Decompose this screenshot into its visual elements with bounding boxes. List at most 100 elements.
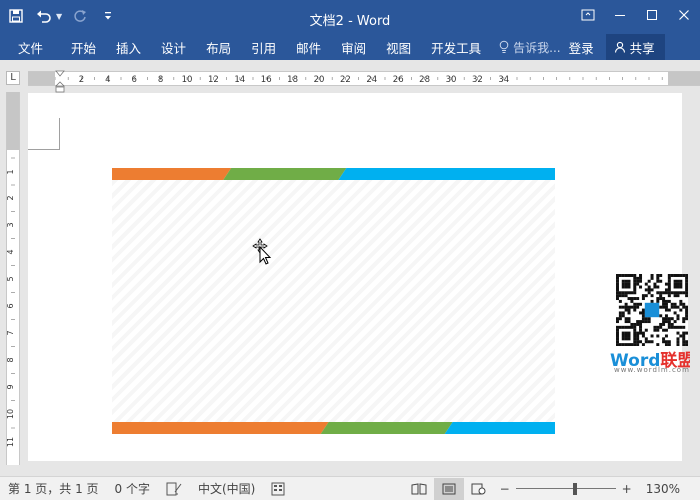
indent-marker-icon[interactable] (55, 68, 65, 94)
zoom-slider[interactable] (515, 482, 616, 495)
qr-module (647, 317, 651, 321)
qr-module (636, 282, 640, 286)
qr-module (673, 302, 677, 306)
qr-module (621, 331, 625, 335)
qr-module (633, 308, 637, 312)
qr-module (630, 299, 634, 303)
qr-module (676, 274, 680, 277)
login-link[interactable]: 登录 (561, 38, 602, 57)
qr-module (673, 291, 677, 295)
page-count[interactable]: 第 1 页，共 1 页 (0, 480, 107, 497)
tab-review[interactable]: 审阅 (331, 34, 376, 60)
qr-module (633, 288, 637, 292)
tab-developer[interactable]: 开发工具 (421, 34, 491, 60)
qr-module (627, 305, 631, 309)
print-layout-button[interactable] (433, 477, 464, 500)
qr-module (659, 294, 663, 298)
qr-module (627, 331, 631, 335)
tab-references[interactable]: 引用 (241, 34, 286, 60)
vertical-ruler[interactable]: 2111234567891011 (6, 92, 20, 465)
vruler-label: 4 (7, 249, 15, 254)
qr-module (650, 294, 654, 298)
quick-access-toolbar: ▼ (6, 6, 118, 26)
undo-icon[interactable] (34, 6, 54, 26)
qr-module (656, 299, 660, 303)
language-indicator[interactable]: 中文(中国) (190, 480, 263, 497)
qr-module (685, 279, 688, 283)
zoom-out-button[interactable]: − (500, 482, 510, 496)
tab-view[interactable]: 视图 (376, 34, 421, 60)
qr-module (685, 308, 688, 312)
word-count[interactable]: 0 个字 (107, 480, 158, 497)
redo-icon[interactable] (70, 6, 90, 26)
tab-mailings[interactable]: 邮件 (286, 34, 331, 60)
qr-module (641, 314, 645, 318)
qr-module (639, 328, 643, 332)
qr-module (673, 274, 677, 277)
qr-center-logo (644, 302, 660, 318)
qr-module (621, 334, 625, 338)
qr-module (659, 305, 663, 309)
qr-module (682, 317, 686, 321)
qr-module (676, 314, 680, 318)
qr-module (627, 320, 631, 324)
qr-module (633, 297, 637, 301)
header-card-shape[interactable] (112, 168, 555, 434)
undo-dropdown-icon[interactable]: ▼ (56, 12, 62, 21)
qr-module (627, 274, 631, 277)
ribbon-display-icon[interactable] (572, 0, 604, 30)
zoom-slider-thumb[interactable] (573, 482, 578, 495)
qr-module (653, 282, 657, 286)
maximize-icon[interactable] (636, 0, 668, 30)
qr-module (653, 325, 657, 329)
tab-home[interactable]: 开始 (61, 34, 106, 60)
tell-me-box[interactable]: 告诉我... (491, 39, 561, 56)
qr-module (636, 340, 640, 344)
qr-module (664, 288, 668, 292)
qr-module (621, 314, 625, 318)
qr-module (621, 305, 625, 309)
qr-module (682, 325, 686, 329)
qr-module (633, 282, 637, 286)
tab-design[interactable]: 设计 (151, 34, 196, 60)
proofing-status[interactable] (158, 482, 190, 496)
qr-module (633, 331, 637, 335)
macro-record[interactable] (263, 482, 293, 496)
tab-layout[interactable]: 布局 (196, 34, 241, 60)
qr-module (676, 294, 680, 298)
customize-qat-icon[interactable] (98, 6, 118, 26)
qr-module (679, 302, 683, 306)
qr-module (633, 274, 637, 277)
qr-module (621, 282, 625, 286)
zoom-level[interactable]: 130% (638, 482, 700, 496)
qr-code-icon (616, 274, 688, 346)
qr-module (621, 285, 625, 289)
qr-module (664, 308, 668, 312)
zoom-control: − + 130% (494, 482, 700, 496)
horizontal-ruler[interactable]: 2246810121416182022242628303234 (26, 71, 700, 86)
save-icon[interactable] (6, 6, 26, 26)
tab-file[interactable]: 文件 (0, 34, 61, 60)
qr-module (685, 291, 688, 295)
minimize-icon[interactable] (604, 0, 636, 30)
qr-module (679, 308, 683, 312)
share-button[interactable]: 共享 (605, 34, 665, 60)
vruler-label: 11 (7, 437, 15, 447)
qr-module (650, 334, 654, 338)
tab-selector[interactable]: L (6, 71, 20, 85)
qr-module (641, 297, 645, 301)
qr-module (639, 274, 643, 277)
web-layout-button[interactable] (464, 478, 494, 500)
qr-module (656, 291, 660, 295)
read-mode-button[interactable] (404, 478, 434, 500)
color-bar-segment (112, 422, 329, 434)
qr-module (679, 282, 683, 286)
ruler-left-margin (28, 72, 55, 85)
close-icon[interactable] (668, 0, 700, 30)
zoom-in-button[interactable]: + (622, 482, 632, 496)
qr-module (659, 274, 663, 277)
qr-module (627, 325, 631, 329)
ruler-label: 2 (79, 75, 84, 85)
tab-insert[interactable]: 插入 (106, 34, 151, 60)
vertical-scrollbar[interactable] (690, 93, 700, 465)
